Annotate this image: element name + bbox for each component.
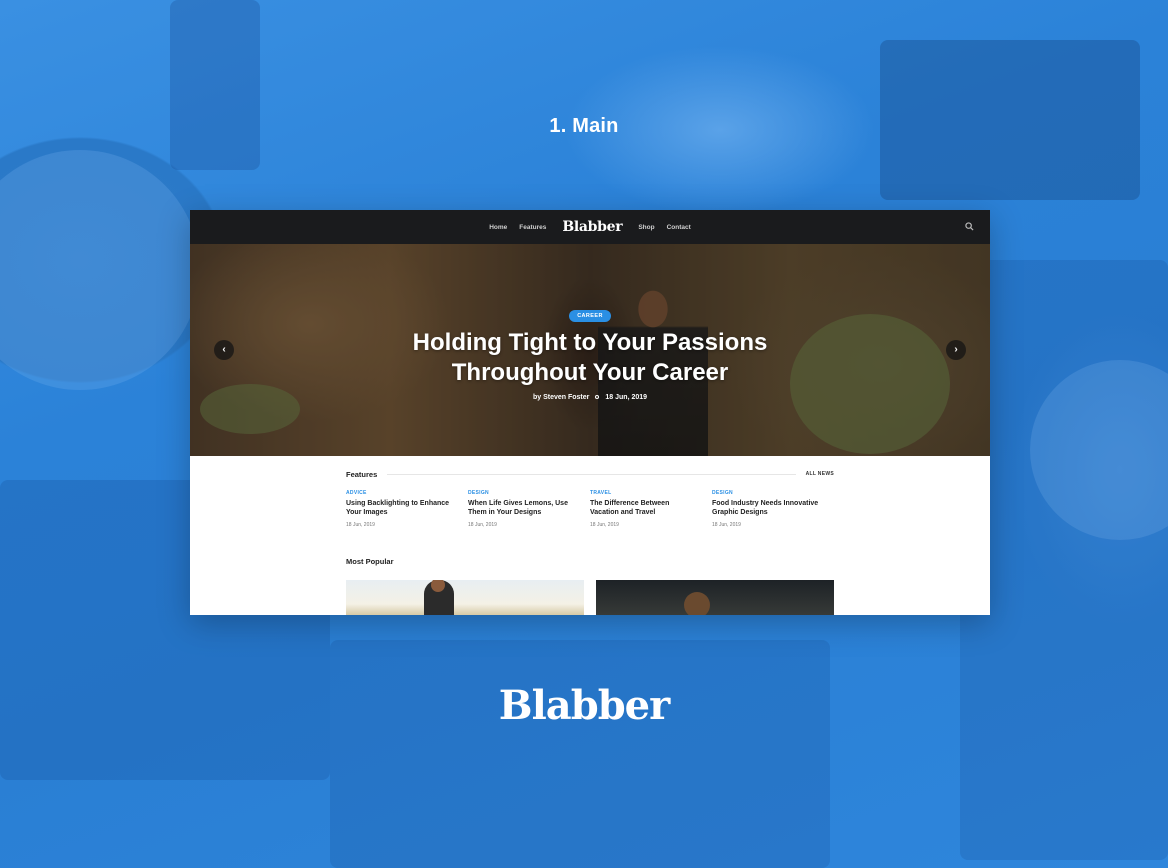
card-date: 18 Jun, 2019 <box>712 522 741 528</box>
feature-card[interactable]: DESIGN When Life Gives Lemons, Use Them … <box>468 490 590 528</box>
features-section: Features ALL NEWS ADVICE Using Backlight… <box>346 467 834 529</box>
card-date: 18 Jun, 2019 <box>468 522 497 528</box>
card-category[interactable]: DESIGN <box>468 490 590 496</box>
features-heading: Features <box>346 469 378 479</box>
search-icon[interactable] <box>965 222 974 231</box>
feature-card[interactable]: DESIGN Food Industry Needs Innovative Gr… <box>712 490 834 528</box>
nav-link-shop[interactable]: Shop <box>638 224 654 231</box>
card-title[interactable]: The Difference Between Vacation and Trav… <box>590 499 700 517</box>
hero-title-line1: Holding Tight to Your Passions <box>412 329 768 356</box>
card-title[interactable]: Using Backlighting to Enhance Your Image… <box>346 499 456 517</box>
card-title[interactable]: When Life Gives Lemons, Use Them in Your… <box>468 499 578 517</box>
nav-link-home[interactable]: Home <box>489 224 507 231</box>
feature-card[interactable]: ADVICE Using Backlighting to Enhance You… <box>346 490 468 528</box>
separator-icon <box>595 395 600 400</box>
divider <box>387 473 796 475</box>
feature-card[interactable]: TRAVEL The Difference Between Vacation a… <box>590 490 712 528</box>
site-preview: Home Features Blabber Shop Contact ‹ › C… <box>190 210 990 615</box>
top-navigation: Home Features Blabber Shop Contact <box>190 210 990 244</box>
popular-image[interactable] <box>346 580 584 615</box>
card-title[interactable]: Food Industry Needs Innovative Graphic D… <box>712 499 822 517</box>
section-title: 1. Main <box>549 115 619 137</box>
card-category[interactable]: DESIGN <box>712 490 834 496</box>
hero-title[interactable]: Holding Tight to Your Passions Throughou… <box>190 328 990 388</box>
hero-title-line2: Throughout Your Career <box>451 359 729 386</box>
most-popular-heading: Most Popular <box>346 556 394 566</box>
brand-logo: Blabber <box>498 682 670 729</box>
card-category[interactable]: ADVICE <box>346 490 468 496</box>
card-date: 18 Jun, 2019 <box>346 522 375 528</box>
hero-slider: ‹ › CAREER Holding Tight to Your Passion… <box>190 244 990 456</box>
most-popular-section: Most Popular <box>346 554 834 568</box>
card-date: 18 Jun, 2019 <box>590 522 619 528</box>
popular-images <box>346 580 834 615</box>
nav-logo[interactable]: Blabber <box>562 219 622 235</box>
hero-meta: by Steven Foster 18 Jun, 2019 <box>190 394 990 401</box>
card-category[interactable]: TRAVEL <box>590 490 712 496</box>
all-news-link[interactable]: ALL NEWS <box>806 471 834 477</box>
popular-image[interactable] <box>596 580 834 615</box>
hero-date: 18 Jun, 2019 <box>605 394 648 401</box>
category-badge[interactable]: CAREER <box>569 310 611 322</box>
hero-author[interactable]: by Steven Foster <box>533 394 589 401</box>
nav-link-contact[interactable]: Contact <box>667 224 691 231</box>
nav-link-features[interactable]: Features <box>519 224 546 231</box>
